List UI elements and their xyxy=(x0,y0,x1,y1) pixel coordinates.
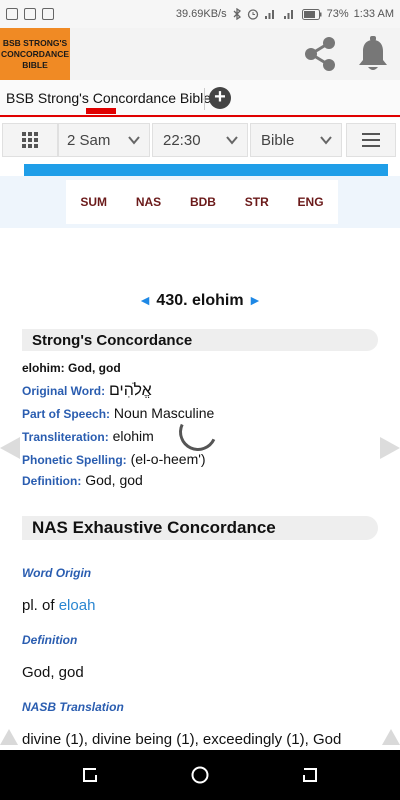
menu-button[interactable] xyxy=(346,123,396,157)
scroll-up-left-arrow[interactable] xyxy=(0,729,18,745)
signal-icon xyxy=(264,10,274,19)
previous-entry-arrow[interactable]: ◄ xyxy=(138,292,152,308)
definition-value: God, god xyxy=(85,472,143,488)
progress-band xyxy=(24,164,334,176)
transliteration-value: elohim xyxy=(112,428,154,444)
nas-definition-text: God, god xyxy=(22,664,84,681)
transliteration-row: Transliteration: elohim xyxy=(22,428,154,444)
tab-underline xyxy=(0,115,400,117)
notifications-button[interactable] xyxy=(352,28,394,80)
chevron-down-icon xyxy=(128,136,140,145)
share-button[interactable] xyxy=(298,28,342,80)
tab-divider xyxy=(204,88,205,110)
section-tab-nas[interactable]: NAS xyxy=(136,195,161,209)
word-origin-link[interactable]: eloah xyxy=(59,597,96,614)
transliteration-label: Transliteration: xyxy=(22,430,109,444)
nas-definition-heading: Definition xyxy=(22,633,78,647)
section-tab-bdb[interactable]: BDB xyxy=(190,195,216,209)
logo-line-1: BSB STRONG'S xyxy=(2,37,68,48)
chevron-down-icon xyxy=(226,136,238,145)
original-word-value: אֱלֹהִים xyxy=(109,382,152,399)
chapter-verse-value: 22:30 xyxy=(163,131,201,149)
phonetic-spelling-label: Phonetic Spelling: xyxy=(22,453,127,467)
chapter-verse-select[interactable]: 22:30 xyxy=(152,123,248,157)
version-select[interactable]: Bible xyxy=(250,123,342,157)
system-navigation-bar xyxy=(0,750,400,800)
chevron-down-icon xyxy=(320,136,332,145)
word-origin-heading: Word Origin xyxy=(22,566,92,580)
clock: 1:33 AM xyxy=(353,8,394,20)
bluetooth-icon xyxy=(233,8,241,20)
signal-icon-2 xyxy=(283,10,293,19)
nas-section-header: NAS Exhaustive Concordance xyxy=(22,516,378,540)
original-word-label: Original Word: xyxy=(22,384,106,398)
back-icon[interactable] xyxy=(300,765,320,785)
nasb-translation-heading: NASB Translation xyxy=(22,700,124,714)
gallery-notification-icon xyxy=(6,8,18,20)
section-tab-eng[interactable]: ENG xyxy=(298,195,324,209)
section-tab-sum[interactable]: SUM xyxy=(80,195,107,209)
entry-title: 430. elohim xyxy=(156,292,244,309)
phonetic-spelling-value: (el-o-heem') xyxy=(130,451,206,467)
definition-label: Definition: xyxy=(22,474,82,488)
entry-heading: ◄ 430. elohim ► xyxy=(0,292,400,310)
grid-menu-button[interactable] xyxy=(2,123,58,157)
nasb-translation-text: divine (1), divine being (1), exceedingl… xyxy=(22,731,342,748)
next-page-arrow[interactable] xyxy=(380,437,400,459)
part-of-speech-label: Part of Speech: xyxy=(22,407,111,421)
scroll-up-right-arrow[interactable] xyxy=(382,729,400,745)
next-entry-arrow[interactable]: ► xyxy=(248,292,262,308)
app-header: BSB STRONG'S CONCORDANCE BIBLE xyxy=(0,28,400,80)
word-origin-text: pl. of eloah xyxy=(22,597,95,614)
share-icon xyxy=(305,37,335,71)
status-bar: 39.69KB/s 73% 1:33 AM xyxy=(0,0,400,28)
recent-apps-icon[interactable] xyxy=(80,765,100,785)
network-speed: 39.69KB/s xyxy=(175,8,227,20)
strongs-summary: elohim: God, god xyxy=(22,361,121,375)
battery-level: 73% xyxy=(326,8,349,20)
grid-icon xyxy=(22,132,38,148)
previous-page-arrow[interactable] xyxy=(0,437,20,459)
book-select-value: 2 Sam xyxy=(67,131,111,149)
strongs-section-header: Strong's Concordance xyxy=(22,329,378,351)
home-icon[interactable] xyxy=(190,765,210,785)
alarm-icon xyxy=(247,9,258,20)
hamburger-icon xyxy=(362,133,380,147)
book-select[interactable]: 2 Sam xyxy=(58,123,150,157)
bell-icon xyxy=(359,36,387,70)
original-word-row: Original Word: אֱלֹהִים xyxy=(22,382,152,400)
phonetic-spelling-row: Phonetic Spelling: (el-o-heem') xyxy=(22,451,206,467)
version-select-value: Bible xyxy=(261,131,295,149)
active-tab-indicator xyxy=(86,108,116,114)
logo-line-2: CONCORDANCE xyxy=(1,48,69,59)
add-tab-button[interactable]: + xyxy=(209,87,231,109)
section-tab-str[interactable]: STR xyxy=(245,195,269,209)
battery-icon xyxy=(301,8,322,20)
logo-line-3: BIBLE xyxy=(22,59,48,70)
app-logo[interactable]: BSB STRONG'S CONCORDANCE BIBLE xyxy=(0,28,70,80)
progress-band-end xyxy=(334,164,388,176)
activity-notification-icon xyxy=(42,8,54,20)
section-tabs: SUM NAS BDB STR ENG xyxy=(66,180,338,224)
definition-row: Definition: God, god xyxy=(22,472,143,488)
screenshot-notification-icon xyxy=(24,8,36,20)
navigation-bar: 2 Sam 22:30 Bible xyxy=(0,118,400,162)
word-origin-prefix: pl. of xyxy=(22,597,55,614)
tab-bar: BSB Strong's Concordance Bible + xyxy=(0,80,400,119)
